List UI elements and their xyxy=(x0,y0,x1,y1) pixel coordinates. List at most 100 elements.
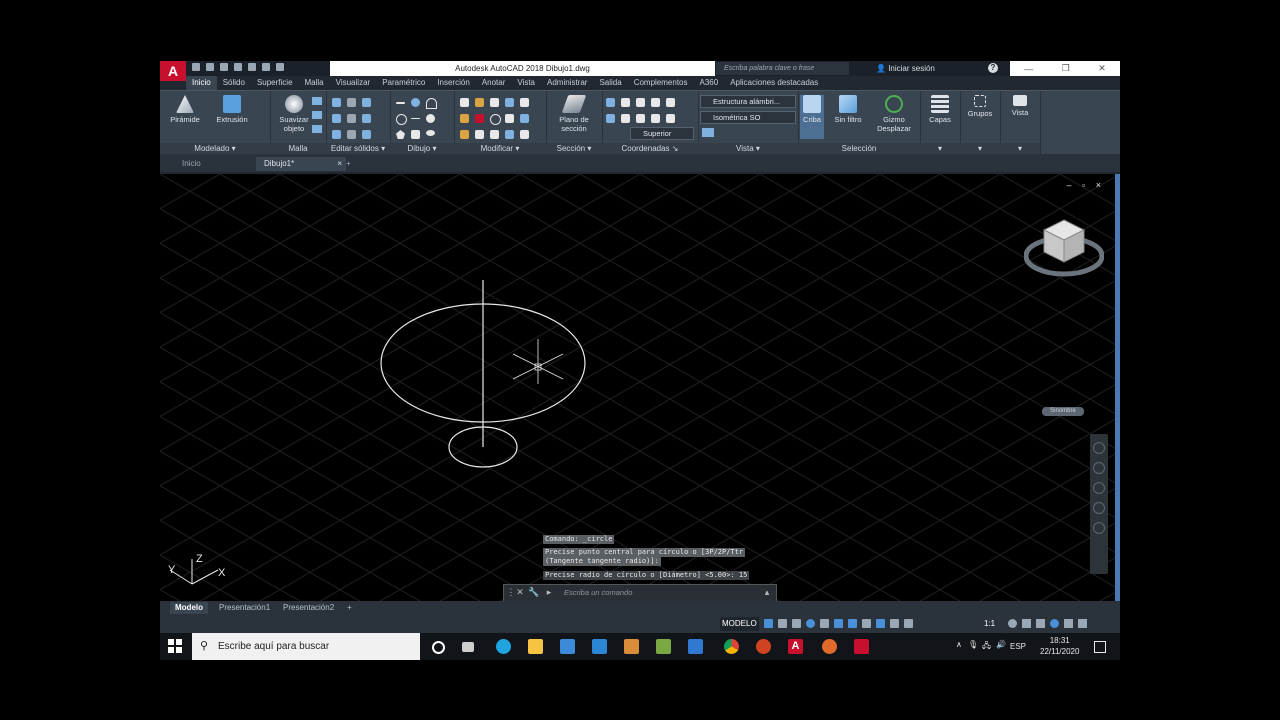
zoom-icon[interactable] xyxy=(1093,482,1105,494)
save-icon[interactable] xyxy=(220,63,228,71)
isodraft-icon[interactable] xyxy=(820,619,829,628)
modelado-small-tools[interactable] xyxy=(258,97,266,127)
tab-aplicaciones-destacadas[interactable]: Aplicaciones destacadas xyxy=(724,76,824,90)
rotate-icon[interactable] xyxy=(475,98,484,107)
application-menu-button[interactable]: A xyxy=(160,61,186,81)
open-icon[interactable] xyxy=(206,63,214,71)
command-input[interactable]: Escriba un comando xyxy=(564,585,632,601)
polygon-icon[interactable] xyxy=(396,130,405,139)
tab-inicio[interactable]: Inicio xyxy=(186,76,217,90)
annotation-scale-value[interactable]: 1:1 xyxy=(984,617,995,631)
lineweight-icon[interactable] xyxy=(862,619,871,628)
ucs-origin-icon[interactable] xyxy=(636,98,645,107)
close-icon[interactable]: ✕ xyxy=(1098,63,1106,74)
tab-anotar[interactable]: Anotar xyxy=(476,76,512,90)
gizmo-desplazar-button[interactable]: Gizmo Desplazar xyxy=(872,95,916,133)
help-icon[interactable]: ? xyxy=(988,63,998,73)
cortana-icon[interactable] xyxy=(432,641,445,654)
ucs-view-icon[interactable] xyxy=(636,114,645,123)
arc-icon[interactable] xyxy=(426,98,437,109)
command-prompt-icon[interactable]: ▸ xyxy=(544,587,554,597)
taskbar-clock[interactable]: 18:31 22/11/2020 xyxy=(1040,635,1079,657)
ucs-dropdown[interactable]: Superior xyxy=(630,127,694,140)
file-explorer-icon[interactable] xyxy=(528,639,543,654)
tab-solido[interactable]: Sólido xyxy=(217,76,251,90)
ortho-icon[interactable] xyxy=(792,619,801,628)
scale-icon[interactable] xyxy=(520,98,529,107)
explode-icon[interactable] xyxy=(475,130,484,139)
tab-a360[interactable]: A360 xyxy=(694,76,725,90)
copy-icon[interactable] xyxy=(490,98,499,107)
taskbar-search-box[interactable]: ⚲ Escribe aquí para buscar xyxy=(192,633,420,660)
pan-icon[interactable] xyxy=(1093,462,1105,474)
ucs-face-icon[interactable] xyxy=(666,114,675,123)
ucs-world-icon[interactable] xyxy=(621,98,630,107)
line-icon[interactable] xyxy=(396,102,405,104)
add-layout-button[interactable]: + xyxy=(342,602,357,614)
store-icon[interactable] xyxy=(560,639,575,654)
snap-icon[interactable] xyxy=(778,619,787,628)
erase-icon[interactable] xyxy=(490,130,499,139)
grupos-button[interactable]: Grupos xyxy=(958,95,1002,118)
tab-parametrico[interactable]: Paramétrico xyxy=(376,76,431,90)
autoscale-icon[interactable] xyxy=(890,619,899,628)
malla-small-tools[interactable] xyxy=(312,97,322,137)
extrusion-button[interactable]: Extrusión xyxy=(210,95,254,124)
viewport-config-icon[interactable] xyxy=(702,128,714,137)
viewcube[interactable] xyxy=(1024,214,1104,284)
new-tab-button[interactable]: + xyxy=(342,157,356,171)
steering-wheel-icon[interactable] xyxy=(1093,442,1105,454)
view-dropdown[interactable]: Isométrica SO xyxy=(700,111,796,124)
clean-screen-icon[interactable] xyxy=(1064,619,1073,628)
model-space-button[interactable]: MODELO xyxy=(720,617,759,631)
extract-edges-icon[interactable] xyxy=(347,98,356,107)
tab-administrar[interactable]: Administrar xyxy=(541,76,593,90)
mirror-icon[interactable] xyxy=(505,98,514,107)
tab-superficie[interactable]: Superficie xyxy=(251,76,299,90)
object-snap-icon[interactable] xyxy=(848,619,857,628)
plus-icon[interactable] xyxy=(1022,619,1031,628)
vscode-icon[interactable] xyxy=(688,639,703,654)
print-icon[interactable] xyxy=(248,63,256,71)
network-icon[interactable]: 🖧 xyxy=(982,640,991,654)
mail-icon[interactable] xyxy=(592,639,607,654)
tab-presentacion2[interactable]: Presentación2 xyxy=(278,602,339,614)
hardware-acceleration-icon[interactable] xyxy=(1050,619,1059,628)
trim-icon[interactable] xyxy=(475,114,484,123)
keyword-search-input[interactable]: Escriba palabra clave o frase xyxy=(716,62,849,75)
chamfer-icon[interactable] xyxy=(460,130,469,139)
language-indicator[interactable]: ESP xyxy=(1010,642,1026,651)
viewport-controls[interactable]: – ▫ × xyxy=(1067,180,1105,190)
array-icon[interactable] xyxy=(520,114,529,123)
workspace-gear-icon[interactable] xyxy=(1008,619,1017,628)
windows-start-icon[interactable] xyxy=(168,639,182,653)
tab-inicio-doc[interactable]: Inicio xyxy=(174,157,262,171)
stretch-icon[interactable] xyxy=(505,114,514,123)
tab-visualizar[interactable]: Visualizar xyxy=(330,76,377,90)
tab-modelo[interactable]: Modelo xyxy=(170,602,208,614)
tab-presentacion1[interactable]: Presentación1 xyxy=(214,602,275,614)
microphone-icon[interactable]: 🎙 xyxy=(968,640,978,649)
save-as-icon[interactable] xyxy=(234,63,242,71)
showmotion-icon[interactable] xyxy=(1093,522,1105,534)
tab-dibujo1[interactable]: Dibujo1* × xyxy=(256,157,346,171)
imprint-icon[interactable] xyxy=(347,130,356,139)
join-icon[interactable] xyxy=(520,130,529,139)
xline-icon[interactable] xyxy=(411,118,420,119)
taper-icon[interactable] xyxy=(362,114,371,123)
piramide-button[interactable]: Pirámide xyxy=(163,95,207,124)
tray-chevron-icon[interactable]: ∧ xyxy=(956,640,962,649)
ucs-x-icon[interactable] xyxy=(606,114,615,123)
suavizar-objeto-button[interactable]: Suavizar objeto xyxy=(272,95,316,133)
intersect-icon[interactable] xyxy=(332,130,341,139)
acrobat-icon[interactable] xyxy=(854,639,869,654)
maximize-icon[interactable]: ❐ xyxy=(1062,63,1070,74)
new-icon[interactable] xyxy=(192,63,200,71)
drawing-viewport[interactable]: Z X Y – ▫ × Sinombre xyxy=(160,174,1115,601)
vista-button[interactable]: Vista xyxy=(998,95,1042,117)
tab-complementos[interactable]: Complementos xyxy=(628,76,694,90)
orbit-icon[interactable] xyxy=(1093,502,1105,514)
command-close-icon[interactable]: ✕ xyxy=(515,587,525,597)
plano-de-seccion-button[interactable]: Plano de sección xyxy=(552,95,596,133)
edge-icon[interactable] xyxy=(496,639,511,654)
